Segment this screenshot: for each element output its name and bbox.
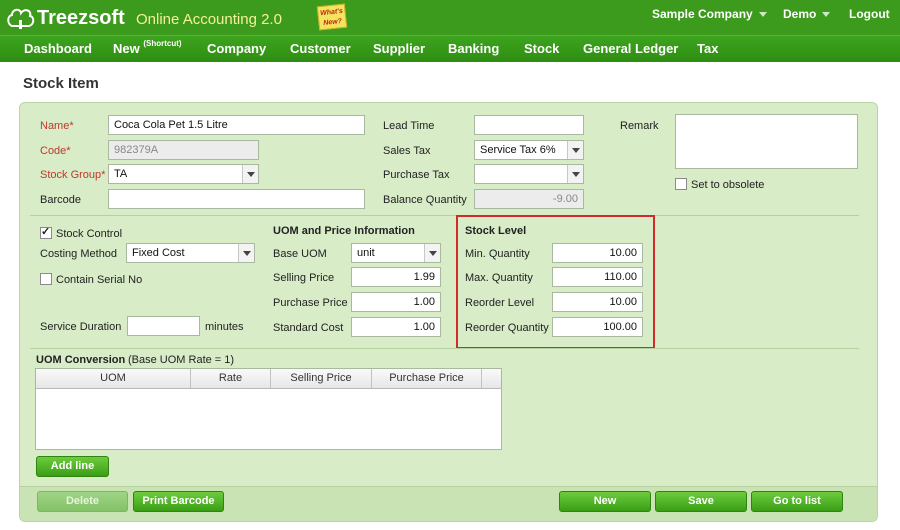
whats-new-sticker[interactable]: What's New? <box>316 3 348 31</box>
logo-text[interactable]: Treezsoft <box>37 7 125 30</box>
purchase-price-input[interactable]: 1.00 <box>351 292 441 312</box>
stock-control-checkbox[interactable] <box>40 225 52 239</box>
stock-level-heading: Stock Level <box>465 225 527 237</box>
min-quantity-label: Min. Quantity <box>465 248 530 260</box>
name-label: Name* <box>40 120 74 132</box>
minutes-label: minutes <box>205 321 244 333</box>
obsolete-label: Set to obsolete <box>691 179 765 191</box>
logo-subtitle: Online Accounting 2.0 <box>136 11 282 28</box>
balance-quantity-input[interactable]: -9.00 <box>474 189 584 209</box>
go-to-list-button[interactable]: Go to list <box>751 491 843 512</box>
base-uom-value: unit <box>357 247 375 259</box>
reorder-level-label: Reorder Level <box>465 297 535 309</box>
column-header-selling-price[interactable]: Selling Price <box>271 369 372 388</box>
chevron-down-icon[interactable] <box>424 244 440 262</box>
chevron-down-icon[interactable] <box>242 165 258 183</box>
stock-group-value: TA <box>114 168 128 180</box>
nav-company[interactable]: Company <box>207 41 266 56</box>
purchase-tax-select[interactable] <box>474 164 584 184</box>
lead-time-label: Lead Time <box>383 120 435 132</box>
stock-group-label: Stock Group* <box>40 169 106 181</box>
stock-control-label: Stock Control <box>56 228 123 240</box>
column-header-purchase-price[interactable]: Purchase Price <box>372 369 482 388</box>
purchase-tax-label: Purchase Tax <box>383 169 450 181</box>
max-quantity-label: Max. Quantity <box>465 272 533 284</box>
nav-banking[interactable]: Banking <box>448 41 499 56</box>
nav-dashboard[interactable]: Dashboard <box>24 41 92 56</box>
chevron-down-icon <box>758 12 767 18</box>
sales-tax-value: Service Tax 6% <box>480 144 556 156</box>
code-label: Code* <box>40 145 71 157</box>
chevron-down-icon[interactable] <box>567 141 583 159</box>
barcode-label: Barcode <box>40 194 81 206</box>
service-duration-label: Service Duration <box>40 321 122 333</box>
remark-textarea[interactable] <box>675 114 858 169</box>
chevron-down-icon <box>822 12 831 18</box>
name-input[interactable]: Coca Cola Pet 1.5 Litre <box>108 115 365 135</box>
costing-method-label: Costing Method <box>40 248 118 260</box>
barcode-input[interactable] <box>108 189 365 209</box>
serial-label: Contain Serial No <box>56 274 143 286</box>
sales-tax-label: Sales Tax <box>383 145 431 157</box>
nav-tax[interactable]: Tax <box>697 41 718 56</box>
nav-supplier[interactable]: Supplier <box>373 41 425 56</box>
balance-quantity-label: Balance Quantity <box>383 194 467 206</box>
selling-price-input[interactable]: 1.99 <box>351 267 441 287</box>
lead-time-input[interactable] <box>474 115 584 135</box>
section-divider <box>30 215 859 216</box>
code-input[interactable]: 982379A <box>108 140 259 160</box>
uom-conversion-note: (Base UOM Rate = 1) <box>128 354 235 366</box>
nav-new-shortcut: (Shortcut) <box>143 39 182 48</box>
chevron-down-icon[interactable] <box>238 244 254 262</box>
costing-method-select[interactable]: Fixed Cost <box>126 243 255 263</box>
nav-new[interactable]: New (Shortcut) <box>113 39 182 56</box>
uom-conversion-heading: UOM Conversion <box>36 354 126 366</box>
tree-logo-icon <box>6 6 36 30</box>
reorder-quantity-label: Reorder Quantity <box>465 322 549 334</box>
stock-group-select[interactable]: TA <box>108 164 259 184</box>
column-header-uom[interactable]: UOM <box>36 369 191 388</box>
column-header-rate[interactable]: Rate <box>191 369 271 388</box>
service-duration-input[interactable] <box>127 316 200 336</box>
nav-general-ledger[interactable]: General Ledger <box>583 41 678 56</box>
base-uom-label: Base UOM <box>273 248 327 260</box>
standard-cost-label: Standard Cost <box>273 322 344 334</box>
print-barcode-button[interactable]: Print Barcode <box>133 491 224 512</box>
nav-customer[interactable]: Customer <box>290 41 351 56</box>
logout-link[interactable]: Logout <box>849 7 890 21</box>
costing-method-value: Fixed Cost <box>132 247 185 259</box>
remark-label: Remark <box>620 120 659 132</box>
nav-new-label: New <box>113 41 140 56</box>
company-name: Sample Company <box>652 7 753 21</box>
nav-stock[interactable]: Stock <box>524 41 559 56</box>
min-quantity-input[interactable]: 10.00 <box>552 243 643 263</box>
uom-conversion-table: UOM Rate Selling Price Purchase Price <box>35 368 502 450</box>
max-quantity-input[interactable]: 110.00 <box>552 267 643 287</box>
obsolete-checkbox[interactable] <box>675 178 687 190</box>
reorder-quantity-input[interactable]: 100.00 <box>552 317 643 337</box>
add-line-button[interactable]: Add line <box>36 456 109 477</box>
section-divider <box>30 348 859 349</box>
company-menu[interactable]: Sample Company <box>652 7 767 21</box>
delete-button[interactable]: Delete <box>37 491 128 512</box>
selling-price-label: Selling Price <box>273 272 335 284</box>
save-button[interactable]: Save <box>655 491 747 512</box>
table-header: UOM Rate Selling Price Purchase Price <box>36 369 501 389</box>
purchase-price-label: Purchase Price <box>273 297 348 309</box>
sales-tax-select[interactable]: Service Tax 6% <box>474 140 584 160</box>
user-menu[interactable]: Demo <box>783 7 831 21</box>
reorder-level-input[interactable]: 10.00 <box>552 292 643 312</box>
base-uom-select[interactable]: unit <box>351 243 441 263</box>
user-name: Demo <box>783 7 817 21</box>
new-button[interactable]: New <box>559 491 651 512</box>
chevron-down-icon[interactable] <box>567 165 583 183</box>
serial-checkbox[interactable] <box>40 273 52 285</box>
uom-price-heading: UOM and Price Information <box>273 225 415 237</box>
page-title: Stock Item <box>23 75 99 92</box>
standard-cost-input[interactable]: 1.00 <box>351 317 441 337</box>
